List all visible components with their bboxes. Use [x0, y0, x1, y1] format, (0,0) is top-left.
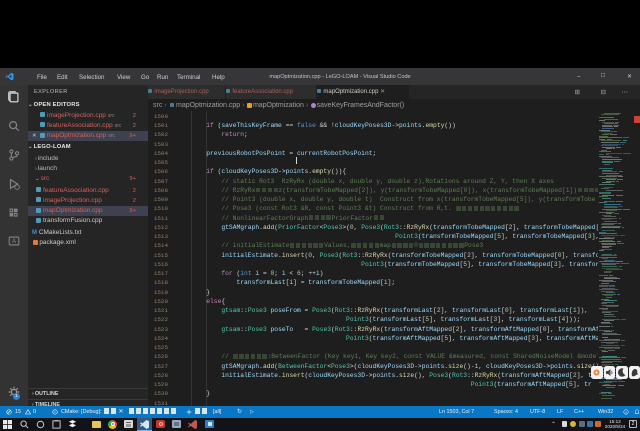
svg-text:A: A — [12, 238, 17, 245]
